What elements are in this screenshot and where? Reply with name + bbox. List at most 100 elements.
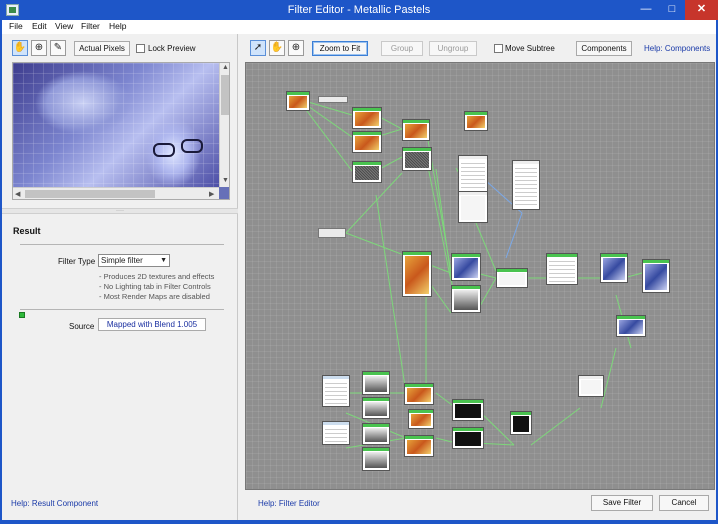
preview-vertical-scrollbar[interactable]: ▲ ▼ — [219, 63, 229, 187]
left-pane: ✋ ⊕ ✎ Actual Pixels Lock Preview ▲ ▼ ◀ ▶… — [2, 34, 238, 520]
graph-node[interactable] — [452, 399, 484, 421]
hand-tool-button[interactable]: ✋ — [269, 40, 285, 56]
zoom-to-fit-button[interactable]: Zoom to Fit — [312, 41, 368, 56]
hand-icon: ✋ — [270, 42, 284, 53]
preview-grid-overlay — [13, 63, 219, 187]
graph-node[interactable] — [458, 191, 488, 223]
minimize-button[interactable]: — — [633, 0, 659, 20]
save-filter-button[interactable]: Save Filter — [591, 495, 653, 511]
preview-detail — [153, 143, 175, 157]
eyedropper-tool-button[interactable]: ✎ — [50, 40, 66, 56]
magnifier-icon: ⊕ — [34, 42, 44, 53]
status-indicator-icon — [19, 312, 25, 318]
graph-node[interactable] — [404, 383, 434, 405]
ungroup-button[interactable]: Ungroup — [429, 41, 477, 56]
graph-node[interactable] — [362, 423, 390, 445]
menu-help[interactable]: Help — [109, 21, 126, 31]
client-area: ✋ ⊕ ✎ Actual Pixels Lock Preview ▲ ▼ ◀ ▶… — [2, 34, 716, 520]
graph-node[interactable] — [362, 397, 390, 419]
select-tool-button[interactable]: ➚ — [250, 40, 266, 56]
menu-filter[interactable]: Filter — [81, 21, 100, 31]
source-label: Source — [69, 322, 95, 331]
scroll-down-icon[interactable]: ▼ — [222, 177, 229, 184]
horizontal-scroll-thumb[interactable] — [25, 190, 155, 198]
filter-type-value: Simple filter — [101, 256, 143, 265]
graph-node[interactable] — [318, 96, 348, 103]
menu-file[interactable]: File — [9, 21, 23, 31]
eyedropper-icon: ✎ — [53, 42, 63, 53]
group-button[interactable]: Group — [381, 41, 423, 56]
graph-node[interactable] — [402, 251, 432, 297]
graph-node[interactable] — [452, 427, 484, 449]
divider — [20, 309, 224, 310]
graph-node[interactable] — [352, 161, 382, 183]
graph-node[interactable] — [322, 375, 350, 407]
divider — [20, 244, 224, 245]
pane-splitter[interactable]: ···· — [2, 208, 238, 214]
lock-preview-checkbox[interactable] — [136, 44, 145, 53]
filter-type-label: Filter Type — [58, 257, 96, 266]
preview-panel[interactable]: ▲ ▼ ◀ ▶ — [12, 62, 230, 200]
scroll-left-icon[interactable]: ◀ — [15, 190, 20, 198]
menu-edit[interactable]: Edit — [32, 21, 47, 31]
hand-icon: ✋ — [13, 42, 27, 53]
result-heading: Result — [13, 226, 41, 236]
graph-node[interactable] — [404, 435, 434, 457]
help-result-link[interactable]: Help: Result Component — [11, 499, 98, 508]
graph-node[interactable] — [451, 253, 481, 281]
pointer-icon: ➚ — [253, 42, 263, 53]
title-bar: Filter Editor - Metallic Pastels — □ ✕ — [0, 0, 718, 20]
maximize-button[interactable]: □ — [659, 0, 685, 20]
graph-node[interactable] — [318, 228, 346, 238]
graph-node[interactable] — [402, 119, 430, 141]
graph-node[interactable] — [616, 315, 646, 337]
move-subtree-label: Move Subtree — [505, 44, 555, 53]
zoom-tool-button[interactable]: ⊕ — [31, 40, 47, 56]
scroll-up-icon[interactable]: ▲ — [222, 64, 229, 71]
graph-node[interactable] — [600, 253, 628, 283]
chevron-down-icon: ▼ — [160, 257, 167, 264]
source-button[interactable]: Mapped with Blend 1.005 — [98, 318, 206, 331]
graph-node[interactable] — [402, 147, 432, 171]
graph-node[interactable] — [408, 409, 434, 429]
filter-note: - Most Render Maps are disabled — [99, 292, 210, 301]
right-pane: ➚ ✋ ⊕ Zoom to Fit Group Ungroup Move Sub… — [243, 34, 716, 520]
menu-view[interactable]: View — [55, 21, 73, 31]
graph-node[interactable] — [578, 375, 604, 397]
graph-node[interactable] — [464, 111, 488, 131]
filter-note: - No Lighting tab in Filter Controls — [99, 282, 211, 291]
zoom-tool-button[interactable]: ⊕ — [288, 40, 304, 56]
graph-node[interactable] — [510, 411, 532, 435]
graph-node[interactable] — [352, 131, 382, 153]
graph-node[interactable] — [642, 259, 670, 293]
close-button[interactable]: ✕ — [685, 0, 718, 20]
actual-pixels-button[interactable]: Actual Pixels — [74, 41, 130, 56]
cancel-button[interactable]: Cancel — [659, 495, 709, 511]
graph-node[interactable] — [322, 421, 350, 445]
graph-node[interactable] — [286, 91, 310, 111]
magnifier-icon: ⊕ — [291, 42, 301, 53]
components-button[interactable]: Components — [576, 41, 632, 56]
graph-node[interactable] — [362, 447, 390, 471]
vertical-scroll-thumb[interactable] — [221, 75, 229, 115]
move-subtree-checkbox[interactable] — [494, 44, 503, 53]
scroll-right-icon[interactable]: ▶ — [209, 190, 214, 198]
graph-node[interactable] — [512, 160, 540, 210]
graph-node[interactable] — [352, 107, 382, 129]
preview-horizontal-scrollbar[interactable]: ◀ ▶ — [13, 187, 219, 199]
filter-note: - Produces 2D textures and effects — [99, 272, 215, 281]
help-components-link[interactable]: Help: Components — [644, 44, 710, 53]
help-filter-editor-link[interactable]: Help: Filter Editor — [258, 499, 320, 508]
lock-preview-label: Lock Preview — [148, 44, 196, 53]
filter-graph-canvas[interactable] — [245, 62, 715, 490]
hand-tool-button[interactable]: ✋ — [12, 40, 28, 56]
graph-node[interactable] — [496, 268, 528, 288]
window-title: Filter Editor - Metallic Pastels — [287, 4, 431, 16]
filter-type-select[interactable]: Simple filter ▼ — [98, 254, 170, 267]
preview-detail — [181, 139, 203, 153]
graph-node[interactable] — [546, 253, 578, 285]
graph-node[interactable] — [451, 285, 481, 313]
menu-bar: File Edit View Filter Help — [2, 20, 716, 34]
graph-node[interactable] — [362, 371, 390, 395]
filter-editor-window: Filter Editor - Metallic Pastels — □ ✕ F… — [0, 0, 718, 524]
